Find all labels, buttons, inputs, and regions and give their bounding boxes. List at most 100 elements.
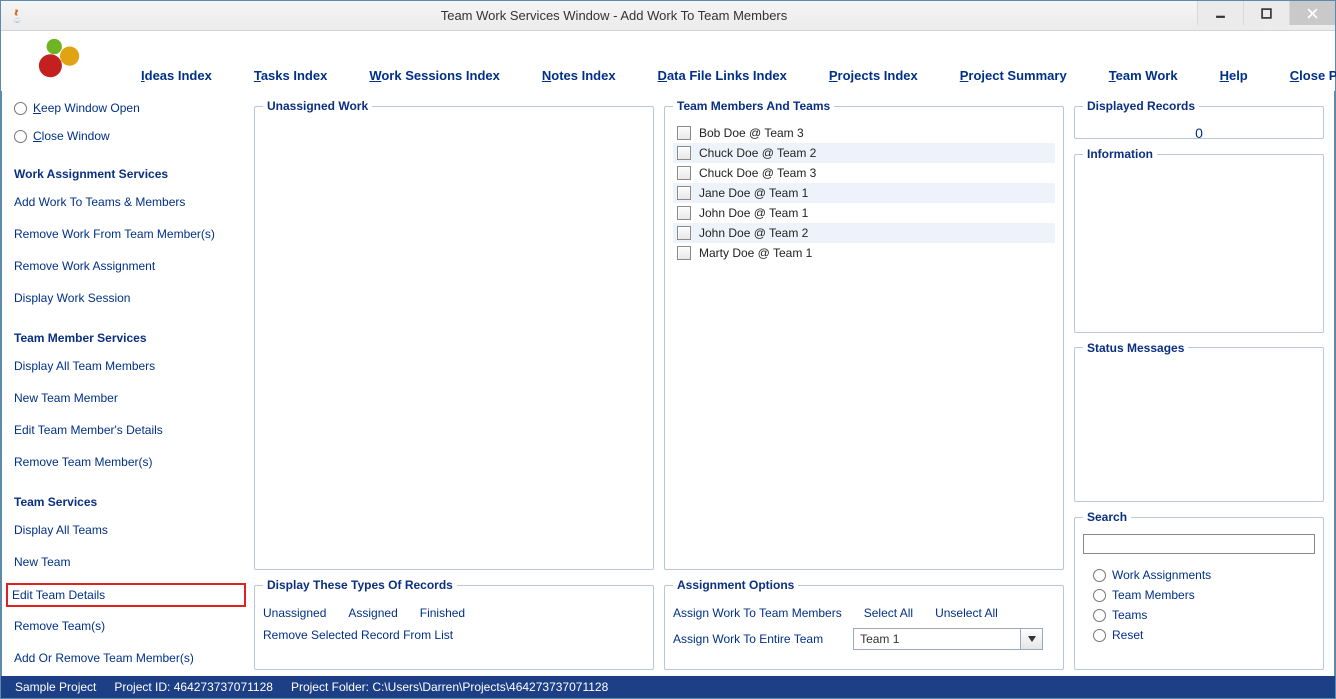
checkbox-icon[interactable] — [677, 246, 691, 260]
type-unassigned[interactable]: Unassigned — [263, 606, 326, 620]
link-remove-teams[interactable]: Remove Team(s) — [14, 619, 244, 633]
status-project-folder-value: C:\Users\Darren\Projects\464273737071128 — [372, 680, 608, 694]
menu-datafiles[interactable]: Data File Links Index — [658, 68, 787, 83]
team-row[interactable]: Jane Doe @ Team 1 — [673, 183, 1055, 203]
close-button[interactable] — [1289, 1, 1335, 25]
menu-projects[interactable]: Projects Index — [829, 68, 918, 83]
status-project-name: Sample Project — [15, 680, 96, 694]
menu-help[interactable]: Help — [1220, 68, 1248, 83]
displayed-records-count: 0 — [1083, 125, 1315, 141]
center-column: Unassigned Work Display These Types Of R… — [254, 99, 654, 670]
minimize-button[interactable] — [1197, 1, 1243, 25]
search-label-teams: Teams — [1112, 608, 1147, 622]
team-member-label: John Doe @ Team 2 — [699, 226, 808, 240]
team-row[interactable]: John Doe @ Team 1 — [673, 203, 1055, 223]
menu-summary[interactable]: Project Summary — [960, 68, 1067, 83]
client-area: Keep Window Open Close Window Work Assig… — [1, 91, 1335, 676]
type-assigned[interactable]: Assigned — [348, 606, 397, 620]
link-remove-work-members[interactable]: Remove Work From Team Member(s) — [14, 227, 244, 241]
search-opt-teams[interactable]: Teams — [1093, 608, 1315, 622]
menu-teamwork[interactable]: Team Work — [1109, 68, 1178, 83]
assign-work-members[interactable]: Assign Work To Team Members — [673, 606, 842, 620]
type-finished[interactable]: Finished — [420, 606, 465, 620]
display-types-panel: Display These Types Of Records Unassigne… — [254, 578, 654, 670]
window-controls — [1197, 1, 1335, 30]
checkbox-icon[interactable] — [677, 186, 691, 200]
java-icon — [9, 8, 25, 24]
team-services-header: Team Services — [14, 495, 244, 509]
link-add-work[interactable]: Add Work To Teams & Members — [14, 195, 244, 209]
team-member-services-header: Team Member Services — [14, 331, 244, 345]
link-add-remove-members[interactable]: Add Or Remove Team Member(s) — [14, 651, 244, 665]
status-messages-legend: Status Messages — [1083, 341, 1188, 355]
team-member-label: John Doe @ Team 1 — [699, 206, 808, 220]
search-radio-work[interactable] — [1093, 569, 1106, 582]
link-display-all-members[interactable]: Display All Team Members — [14, 359, 244, 373]
unassigned-work-panel: Unassigned Work — [254, 99, 654, 570]
checkbox-icon[interactable] — [677, 146, 691, 160]
search-radio-members[interactable] — [1093, 589, 1106, 602]
link-remove-members[interactable]: Remove Team Member(s) — [14, 455, 244, 469]
assign-work-team[interactable]: Assign Work To Entire Team — [673, 632, 823, 646]
team-row[interactable]: Marty Doe @ Team 1 — [673, 243, 1055, 263]
team-row[interactable]: John Doe @ Team 2 — [673, 223, 1055, 243]
information-panel: Information — [1074, 147, 1324, 333]
menu-ideas[interactable]: Ideas Index — [141, 68, 212, 83]
link-edit-team[interactable]: Edit Team Details — [8, 585, 244, 605]
team-row[interactable]: Chuck Doe @ Team 2 — [673, 143, 1055, 163]
close-window-label: Close Window — [33, 129, 110, 143]
team-select[interactable] — [853, 628, 1043, 650]
team-row[interactable]: Bob Doe @ Team 3 — [673, 123, 1055, 143]
status-project-id: Project ID: 464273737071128 — [114, 680, 273, 694]
search-input[interactable] — [1083, 534, 1315, 554]
checkbox-icon[interactable] — [677, 166, 691, 180]
unselect-all[interactable]: Unselect All — [935, 606, 998, 620]
status-messages-panel: Status Messages — [1074, 341, 1324, 502]
link-new-member[interactable]: New Team Member — [14, 391, 244, 405]
search-radio-reset[interactable] — [1093, 629, 1106, 642]
keep-open-radio[interactable] — [14, 102, 27, 115]
search-opt-work[interactable]: Work Assignments — [1093, 568, 1315, 582]
team-members-panel: Team Members And Teams Bob Doe @ Team 3 … — [664, 99, 1064, 570]
checkbox-icon[interactable] — [677, 126, 691, 140]
team-select-dropdown-button[interactable] — [1021, 628, 1043, 650]
search-radio-teams[interactable] — [1093, 609, 1106, 622]
checkbox-icon[interactable] — [677, 226, 691, 240]
link-remove-assignment[interactable]: Remove Work Assignment — [14, 259, 244, 273]
menu-tasks[interactable]: Tasks Index — [254, 68, 327, 83]
link-edit-member[interactable]: Edit Team Member's Details — [14, 423, 244, 437]
link-new-team[interactable]: New Team — [14, 555, 244, 569]
status-messages-content — [1083, 365, 1315, 493]
close-window-option[interactable]: Close Window — [14, 129, 244, 143]
information-content — [1083, 171, 1315, 324]
information-legend: Information — [1083, 147, 1157, 161]
right-column: Displayed Records 0 Information Status M… — [1074, 99, 1324, 670]
status-project-id-value: 464273737071128 — [174, 680, 273, 694]
members-column: Team Members And Teams Bob Doe @ Team 3 … — [664, 99, 1064, 670]
checkbox-icon[interactable] — [677, 206, 691, 220]
titlebar: Team Work Services Window - Add Work To … — [1, 1, 1335, 31]
search-opt-members[interactable]: Team Members — [1093, 588, 1315, 602]
status-project-id-label: Project ID: — [114, 680, 170, 694]
maximize-button[interactable] — [1243, 1, 1289, 25]
menu-notes[interactable]: Notes Index — [542, 68, 616, 83]
team-members-list[interactable]: Bob Doe @ Team 3 Chuck Doe @ Team 2 Chuc… — [673, 123, 1055, 561]
unassigned-work-list[interactable] — [263, 123, 645, 561]
search-label-members: Team Members — [1112, 588, 1195, 602]
close-window-radio[interactable] — [14, 130, 27, 143]
status-bar: Sample Project Project ID: 4642737370711… — [1, 676, 1335, 698]
link-display-all-teams[interactable]: Display All Teams — [14, 523, 244, 537]
team-member-label: Bob Doe @ Team 3 — [699, 126, 804, 140]
app-logo — [31, 35, 89, 83]
team-row[interactable]: Chuck Doe @ Team 3 — [673, 163, 1055, 183]
select-all[interactable]: Select All — [864, 606, 913, 620]
remove-selected-record[interactable]: Remove Selected Record From List — [263, 628, 453, 642]
status-project-folder: Project Folder: C:\Users\Darren\Projects… — [291, 680, 608, 694]
search-opt-reset[interactable]: Reset — [1093, 628, 1315, 642]
link-display-session[interactable]: Display Work Session — [14, 291, 244, 305]
sidebar: Keep Window Open Close Window Work Assig… — [12, 99, 244, 670]
team-select-input[interactable] — [853, 628, 1021, 650]
menu-close[interactable]: Close Program — [1290, 68, 1336, 83]
keep-window-open-option[interactable]: Keep Window Open — [14, 101, 244, 115]
menu-sessions[interactable]: Work Sessions Index — [369, 68, 500, 83]
